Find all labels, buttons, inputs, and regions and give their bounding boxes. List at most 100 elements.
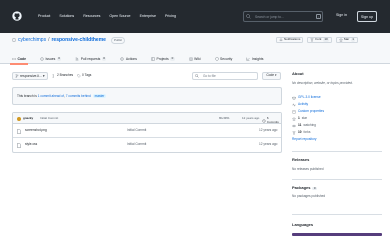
tab-projects-count: 0 <box>170 56 175 61</box>
commit-author[interactable]: gnazky <box>23 116 33 121</box>
languages-heading: Languages <box>292 222 314 227</box>
branch-icon <box>52 74 54 78</box>
graph-icon <box>246 57 250 61</box>
nav-solutions[interactable]: Solutions <box>59 14 74 18</box>
tags-label: 0 Tags <box>82 73 92 78</box>
tab-security-label: Security <box>220 56 233 61</box>
play-icon <box>120 57 124 61</box>
nav-pricing[interactable]: Pricing <box>165 14 176 18</box>
nav-enterprise[interactable]: Enterprise <box>140 14 156 18</box>
global-nav: Product Solutions Resources Open Source … <box>38 14 176 18</box>
tab-wiki-label: Wiki <box>194 56 201 61</box>
commits-ahead-link[interactable]: 1 commit ahead of <box>38 94 64 98</box>
star-button[interactable]: Star 1 <box>335 37 358 43</box>
global-header: Product Solutions Resources Open Source … <box>0 0 390 33</box>
repo-owner-link[interactable]: cyberchimps <box>18 37 46 43</box>
file-icon <box>17 128 21 134</box>
visibility-badge: Public <box>110 37 126 44</box>
packages-empty-text: No packages published <box>292 194 326 198</box>
report-repository-link[interactable]: Report repository <box>292 137 316 142</box>
fork-label: Fork <box>315 37 322 42</box>
search-input[interactable]: Search or jump to... <box>243 11 323 22</box>
watchers-count: 11 <box>298 123 302 128</box>
file-age: 12 years ago <box>259 142 278 146</box>
sign-up-button[interactable]: Sign up <box>357 10 377 22</box>
repo-name-link[interactable]: responsive-childtheme <box>51 37 105 43</box>
code-button-label: Code <box>266 73 274 78</box>
commit-message[interactable]: Initial Commit <box>40 116 58 121</box>
custom-properties-link[interactable]: Custom properties <box>292 109 325 114</box>
repo-icon <box>12 38 16 43</box>
file-commit-message[interactable]: Initial Commit <box>127 142 146 147</box>
branch-compare-notice: This branch is 1 commit ahead of, 7 comm… <box>12 87 282 105</box>
license-label: GPL-3.0 license <box>298 95 321 100</box>
tab-code[interactable]: Code <box>10 54 28 65</box>
tags-link[interactable]: 0 Tags <box>77 73 92 78</box>
nav-resources[interactable]: Resources <box>83 14 100 18</box>
file-row[interactable]: style.css Initial Commit 12 years ago <box>13 138 281 152</box>
law-icon <box>292 96 296 100</box>
tab-issues[interactable]: Issues 0 <box>40 54 62 64</box>
star-icon <box>338 38 343 42</box>
github-logo-icon[interactable] <box>12 11 22 21</box>
search-icon <box>195 74 199 78</box>
tab-code-label: Code <box>17 56 26 61</box>
releases-heading[interactable]: Releases <box>292 157 309 163</box>
activity-link[interactable]: Activity <box>292 102 309 107</box>
code-dropdown-button[interactable]: Code ▾ <box>262 72 281 80</box>
tag-icon <box>77 74 81 78</box>
stars-count: 1 <box>298 116 300 121</box>
shield-icon <box>214 57 219 61</box>
branches-label: 2 Branches <box>57 73 74 78</box>
branch-icon <box>15 74 19 78</box>
tab-wiki[interactable]: Wiki <box>189 54 201 64</box>
tab-issues-count: 0 <box>56 56 62 61</box>
file-name[interactable]: style.css <box>25 142 37 147</box>
search-icon <box>246 14 251 19</box>
tab-projects[interactable]: Projects 0 <box>151 54 175 64</box>
go-to-file-input[interactable]: Go to file <box>192 72 258 80</box>
watchers-link[interactable]: 11 watching <box>292 123 316 128</box>
tab-actions-label: Actions <box>125 56 137 61</box>
fork-icon <box>311 38 314 42</box>
fork-count: 10 <box>323 37 329 42</box>
file-row[interactable]: screenshot.png Initial Commit 12 years a… <box>13 124 281 138</box>
stars-link[interactable]: 1 star <box>292 116 307 121</box>
file-list: gnazky Initial Commit 8bc9f61 12 years a… <box>12 112 282 153</box>
bell-icon <box>279 38 283 41</box>
activity-label: Activity <box>298 102 309 107</box>
fork-button[interactable]: Fork 10 <box>307 37 332 43</box>
sign-in-link[interactable]: Sign in <box>336 13 347 17</box>
branches-link[interactable]: 2 Branches <box>52 73 74 78</box>
branch-select-button[interactable]: responsive-li... ▾ <box>12 72 48 80</box>
avatar[interactable] <box>17 116 21 121</box>
base-branch-badge[interactable]: master <box>92 94 107 98</box>
chevron-down-icon: ▾ <box>42 73 45 78</box>
file-name[interactable]: screenshot.png <box>25 128 47 133</box>
sidebar-divider <box>292 151 382 152</box>
tab-security[interactable]: Security <box>214 54 233 64</box>
tab-insights[interactable]: Insights <box>246 54 263 64</box>
packages-heading[interactable]: Packages 0 <box>292 185 317 191</box>
nav-product[interactable]: Product <box>38 14 50 18</box>
notice-prefix: This branch is <box>17 94 37 98</box>
nav-open-source[interactable]: Open Source <box>109 14 130 18</box>
file-commit-message[interactable]: Initial Commit <box>127 128 146 133</box>
tab-projects-label: Projects <box>156 56 169 61</box>
custom-properties-label: Custom properties <box>298 109 325 114</box>
notifications-button[interactable]: Notifications <box>276 37 304 43</box>
tab-actions[interactable]: Actions <box>120 54 137 64</box>
tab-pull-requests-count: 0 <box>101 56 107 61</box>
watchers-label: watching <box>303 123 316 128</box>
sidebar-divider <box>292 214 382 215</box>
license-link[interactable]: GPL-3.0 license <box>292 95 321 100</box>
pull-request-icon <box>75 57 79 61</box>
forks-link[interactable]: 10 forks <box>292 130 310 135</box>
fork-icon <box>292 131 296 135</box>
commits-behind-link[interactable]: 7 commits behind <box>66 94 91 98</box>
code-icon <box>12 57 16 61</box>
commit-sha[interactable]: 8bc9f61 <box>219 116 230 121</box>
eye-icon <box>292 124 296 128</box>
history-icon <box>262 119 266 123</box>
tab-pull-requests[interactable]: Pull requests 0 <box>75 54 107 64</box>
